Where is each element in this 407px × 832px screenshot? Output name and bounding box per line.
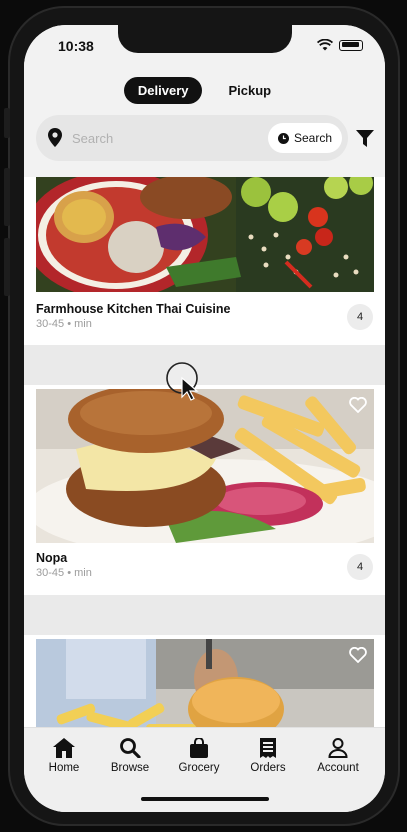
filter-icon[interactable] [356, 130, 374, 147]
restaurant-card[interactable] [24, 639, 385, 739]
favorite-heart-icon[interactable] [349, 397, 367, 413]
home-indicator[interactable] [141, 797, 269, 801]
favorite-heart-icon[interactable] [349, 647, 367, 663]
battery-icon [339, 39, 363, 51]
tab-label: Home [48, 762, 80, 774]
delivery-time: 30-45 • min [36, 567, 92, 579]
shopping-bag-icon [190, 738, 208, 758]
status-icons [317, 39, 363, 51]
wifi-icon [317, 39, 333, 51]
tab-label: Account [317, 762, 359, 774]
thai-food-photo [36, 177, 374, 292]
restaurant-image[interactable] [36, 389, 374, 543]
rating-badge: 4 [347, 304, 373, 330]
header: Delivery Pickup Search [24, 65, 385, 177]
tab-browse[interactable]: Browse [94, 738, 166, 774]
search-input[interactable] [72, 127, 242, 149]
restaurant-name[interactable]: Farmhouse Kitchen Thai Cuisine [36, 302, 230, 316]
clock-icon [277, 132, 289, 144]
burger-fries-photo [36, 639, 374, 739]
time-range: 30-45 [36, 318, 65, 330]
search-button-label: Search [293, 131, 332, 145]
cursor-icon [166, 362, 199, 401]
tab-grocery[interactable]: Grocery [163, 738, 235, 774]
card-separator [24, 345, 385, 385]
receipt-icon [260, 738, 276, 758]
home-icon [53, 738, 75, 758]
restaurant-name[interactable]: Nopa [36, 551, 67, 565]
location-pin-icon[interactable] [48, 128, 62, 147]
search-bar: Search [36, 115, 348, 161]
time-unit: min [74, 318, 92, 330]
rating-badge: 4 [347, 554, 373, 580]
tab-orders[interactable]: Orders [232, 738, 304, 774]
meta-separator: • [67, 318, 72, 330]
burger-photo [36, 389, 374, 543]
app-screen: 10:38 Delivery Pickup Search Search Farm… [24, 25, 385, 812]
delivery-mode-toggle: Delivery Pickup [24, 77, 385, 104]
delivery-tab[interactable]: Delivery [123, 77, 203, 104]
delivery-time: 30-45 • min [36, 318, 92, 330]
tab-account[interactable]: Account [302, 738, 374, 774]
time-range: 30-45 [36, 567, 65, 579]
pickup-tab[interactable]: Pickup [214, 77, 285, 104]
tab-label: Browse [110, 762, 150, 774]
meta-separator: • [67, 567, 72, 579]
restaurant-image[interactable] [36, 177, 374, 292]
restaurant-card[interactable]: Farmhouse Kitchen Thai Cuisine 30-45 • m… [24, 177, 385, 340]
search-button[interactable]: Search [267, 123, 342, 153]
status-time: 10:38 [58, 38, 94, 54]
time-unit: min [74, 567, 92, 579]
card-separator [24, 595, 385, 635]
restaurant-card[interactable]: Nopa 30-45 • min 4 [24, 389, 385, 589]
tab-label: Grocery [178, 762, 220, 774]
mute-switch [4, 108, 10, 138]
volume-down-button [4, 238, 10, 296]
tab-label: Orders [250, 762, 286, 774]
person-icon [328, 738, 348, 758]
search-icon [120, 738, 141, 758]
notch [118, 25, 292, 53]
restaurant-image[interactable] [36, 639, 374, 739]
volume-up-button [4, 168, 10, 226]
tab-home[interactable]: Home [28, 738, 100, 774]
